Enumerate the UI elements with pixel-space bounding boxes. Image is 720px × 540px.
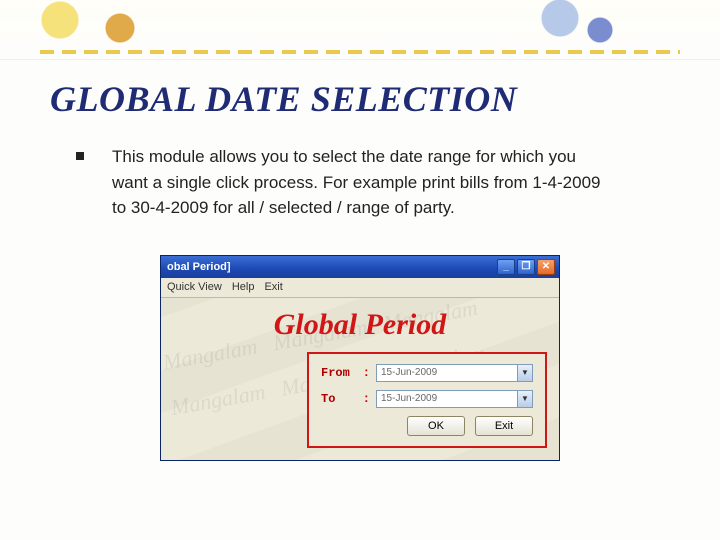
- window-client-area: Global Period From : ▼ To :: [161, 298, 559, 460]
- square-bullet-icon: [76, 152, 84, 160]
- window-control-buttons: _ ❐ ✕: [497, 259, 555, 275]
- from-row: From : ▼: [321, 364, 533, 382]
- slide-body: GLOBAL DATE SELECTION This module allows…: [0, 60, 720, 461]
- from-date-input[interactable]: [376, 364, 517, 382]
- maximize-button[interactable]: ❐: [517, 259, 535, 275]
- window-titlebar[interactable]: obal Period] _ ❐ ✕: [161, 256, 559, 278]
- close-button[interactable]: ✕: [537, 259, 555, 275]
- minimize-button[interactable]: _: [497, 259, 515, 275]
- from-date-combo[interactable]: ▼: [376, 364, 533, 382]
- chevron-down-icon[interactable]: ▼: [517, 390, 533, 408]
- bullet-item: This module allows you to select the dat…: [50, 144, 610, 221]
- to-date-combo[interactable]: ▼: [376, 390, 533, 408]
- button-row: OK Exit: [321, 416, 533, 436]
- date-range-panel: From : ▼ To : ▼: [307, 352, 547, 448]
- page-title: GLOBAL DATE SELECTION: [50, 78, 670, 120]
- menu-bar: Quick View Help Exit: [161, 278, 559, 298]
- chevron-down-icon[interactable]: ▼: [517, 364, 533, 382]
- colon: :: [363, 366, 370, 380]
- to-date-input[interactable]: [376, 390, 517, 408]
- exit-button[interactable]: Exit: [475, 416, 533, 436]
- ok-button[interactable]: OK: [407, 416, 465, 436]
- bullet-text: This module allows you to select the dat…: [112, 144, 610, 221]
- to-row: To : ▼: [321, 390, 533, 408]
- screenshot-window-wrap: obal Period] _ ❐ ✕ Quick View Help Exit …: [160, 255, 560, 461]
- to-label: To: [321, 392, 357, 406]
- menu-help[interactable]: Help: [232, 281, 255, 293]
- window-title: obal Period]: [167, 261, 497, 273]
- menu-exit[interactable]: Exit: [264, 281, 282, 293]
- from-label: From: [321, 366, 357, 380]
- colon: :: [363, 392, 370, 406]
- panel-heading: Global Period: [173, 308, 547, 342]
- app-window: obal Period] _ ❐ ✕ Quick View Help Exit …: [160, 255, 560, 461]
- menu-quickview[interactable]: Quick View: [167, 281, 222, 293]
- decorative-banner: [0, 0, 720, 60]
